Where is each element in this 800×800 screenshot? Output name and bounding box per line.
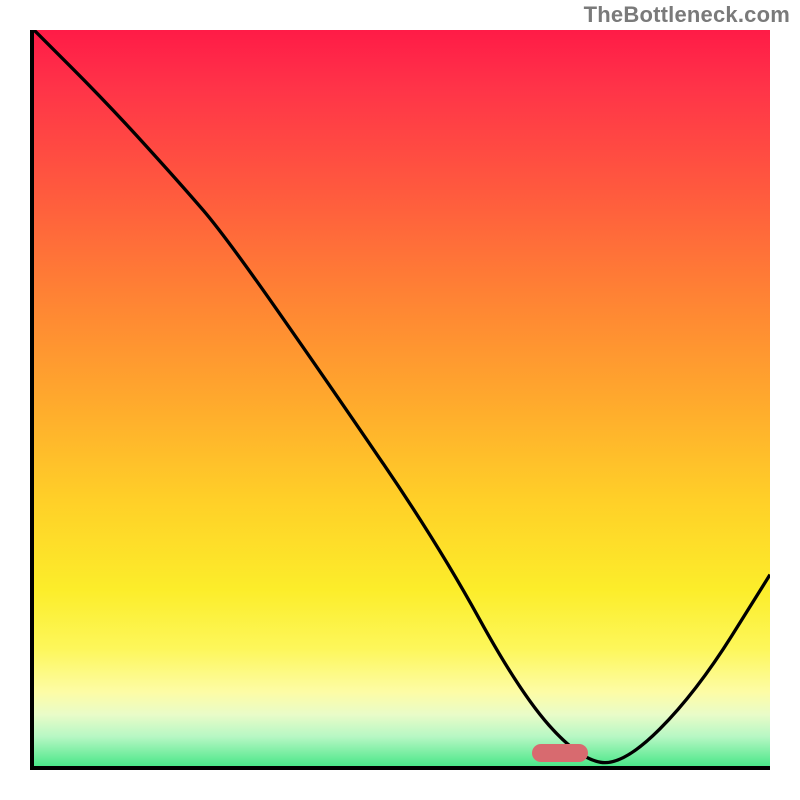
chart-background-gradient <box>34 30 770 766</box>
optimal-marker <box>532 744 588 762</box>
attribution-text: TheBottleneck.com <box>584 2 790 28</box>
bottleneck-chart <box>30 30 770 770</box>
